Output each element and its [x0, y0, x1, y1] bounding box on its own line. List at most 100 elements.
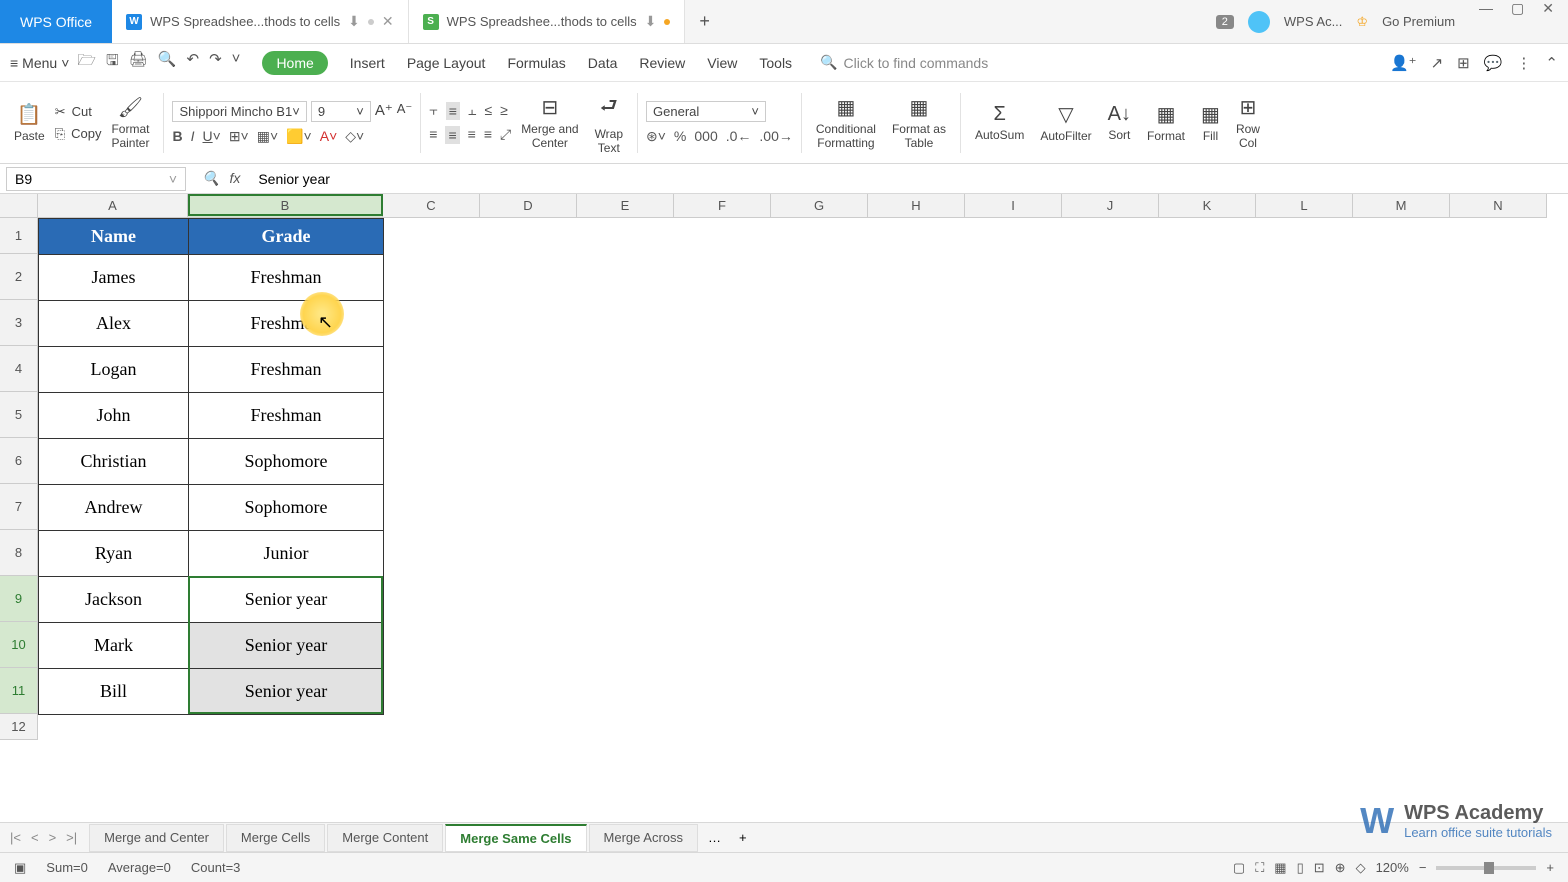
column-header-F[interactable]: F — [674, 194, 771, 218]
cell[interactable]: Sophomore — [189, 485, 384, 531]
font-color-button[interactable]: A˅ — [320, 128, 338, 145]
zoom-slider[interactable] — [1436, 866, 1536, 870]
orientation-icon[interactable]: ⤢ — [500, 126, 511, 144]
tab-home[interactable]: Home — [262, 51, 327, 75]
increase-decimal-icon[interactable]: .0← — [726, 128, 752, 145]
sheet-tab[interactable]: Merge Cells — [226, 824, 325, 852]
decrease-decimal-icon[interactable]: .00→ — [759, 128, 792, 145]
column-header-D[interactable]: D — [480, 194, 577, 218]
collapse-icon[interactable]: ⌃ — [1545, 54, 1558, 72]
open-icon[interactable]: 🗁 — [77, 50, 96, 75]
decrease-indent-icon[interactable]: ≤ — [484, 102, 492, 120]
column-header-G[interactable]: G — [771, 194, 868, 218]
fill-button[interactable]: ▦ Fill — [1195, 82, 1226, 163]
size-select[interactable]: 9˅ — [311, 101, 371, 122]
save-icon[interactable]: 🖫 — [106, 50, 119, 75]
preview-icon[interactable]: 🔍 — [158, 50, 177, 75]
percent-icon[interactable]: % — [674, 128, 686, 145]
tab-insert[interactable]: Insert — [350, 51, 385, 75]
cell[interactable]: Alex — [39, 301, 189, 347]
redo-icon[interactable]: ↷ — [209, 50, 222, 75]
share-icon[interactable]: 👤⁺ — [1390, 54, 1417, 72]
cells-area[interactable]: NameGradeJamesFreshmanAlexFreshmanLoganF… — [38, 218, 1550, 822]
select-all-corner[interactable] — [0, 194, 38, 218]
autofilter-button[interactable]: ▽ AutoFilter — [1034, 82, 1097, 163]
align-right-icon[interactable]: ≡ — [468, 126, 476, 144]
row-header-1[interactable]: 1 — [0, 218, 38, 254]
lock-icon[interactable]: ⋮ — [1516, 54, 1531, 72]
close-icon[interactable]: ⬇ — [645, 13, 657, 30]
font-select[interactable]: Shippori Mincho B1˅ — [172, 101, 306, 122]
clear-format-button[interactable]: ◇˅ — [345, 128, 364, 145]
cell[interactable]: Senior year — [189, 623, 384, 669]
cell[interactable]: Christian — [39, 439, 189, 485]
justify-icon[interactable]: ≡ — [484, 126, 492, 144]
fill-color-button[interactable]: 🟨˅ — [286, 128, 312, 145]
undo-icon[interactable]: ↶ — [187, 50, 200, 75]
cut-button[interactable]: ✂Cut — [55, 104, 102, 120]
row-header-11[interactable]: 11 — [0, 668, 38, 714]
format-table-button[interactable]: ▦ Format as Table — [886, 82, 952, 163]
zoom-out-icon[interactable]: − — [1419, 860, 1427, 875]
last-sheet-icon[interactable]: >| — [66, 830, 77, 845]
more-tabs-icon[interactable]: … — [700, 830, 729, 845]
underline-button[interactable]: U˅ — [203, 128, 221, 145]
view-icon[interactable]: ⊡ — [1314, 860, 1325, 876]
sheet-tab[interactable]: Merge Across — [589, 824, 698, 852]
conditional-formatting-button[interactable]: ▦ Conditional Formatting — [810, 82, 882, 163]
tab-formulas[interactable]: Formulas — [507, 51, 565, 75]
zoom-in-icon[interactable]: + — [1546, 860, 1554, 875]
increase-indent-icon[interactable]: ≥ — [500, 102, 508, 120]
tab-review[interactable]: Review — [639, 51, 685, 75]
view-icon[interactable]: ⛶ — [1255, 860, 1264, 876]
decrease-font-icon[interactable]: A⁻ — [397, 101, 413, 122]
cell[interactable]: Bill — [39, 669, 189, 715]
column-header-M[interactable]: M — [1353, 194, 1450, 218]
command-search[interactable]: 🔍 Click to find commands — [820, 54, 988, 71]
zoom-icon[interactable]: 🔍 — [202, 170, 219, 187]
merge-center-button[interactable]: ⊟ Merge and Center — [515, 82, 584, 163]
cell[interactable]: Mark — [39, 623, 189, 669]
table-header[interactable]: Name — [39, 219, 189, 255]
print-icon[interactable]: 🖨 — [129, 50, 148, 75]
cell[interactable]: James — [39, 255, 189, 301]
bold-button[interactable]: B — [172, 128, 182, 145]
align-top-icon[interactable]: ⫟ — [429, 102, 437, 120]
table-header[interactable]: Grade — [189, 219, 384, 255]
rowcol-button[interactable]: ⊞ Row Col — [1230, 82, 1266, 163]
first-sheet-icon[interactable]: |< — [10, 830, 21, 845]
view-normal-icon[interactable]: ▦ — [1274, 860, 1286, 876]
column-header-N[interactable]: N — [1450, 194, 1547, 218]
view-icon[interactable]: ▢ — [1233, 860, 1245, 876]
row-header-3[interactable]: 3 — [0, 300, 38, 346]
minimize-icon[interactable]: — — [1479, 0, 1493, 43]
cell[interactable]: Jackson — [39, 577, 189, 623]
align-middle-icon[interactable]: ≡ — [446, 102, 460, 120]
currency-icon[interactable]: ⊛˅ — [646, 128, 666, 145]
wrap-text-button[interactable]: ⮐ Wrap Text — [589, 82, 629, 163]
cell[interactable]: Freshman — [189, 393, 384, 439]
row-header-6[interactable]: 6 — [0, 438, 38, 484]
maximize-icon[interactable]: ▢ — [1511, 0, 1524, 43]
cell-style-button[interactable]: ▦˅ — [257, 128, 278, 145]
comma-icon[interactable]: 000 — [694, 128, 717, 145]
view-page-icon[interactable]: ▯ — [1297, 860, 1304, 876]
align-center-icon[interactable]: ≡ — [445, 126, 459, 144]
cell[interactable]: Senior year — [189, 669, 384, 715]
sheet-tab[interactable]: Merge Content — [327, 824, 443, 852]
formula-input[interactable]: Senior year — [250, 168, 1568, 190]
format-button[interactable]: ▦ Format — [1141, 82, 1191, 163]
next-sheet-icon[interactable]: > — [49, 830, 57, 845]
column-header-B[interactable]: B — [188, 194, 383, 218]
close-icon[interactable]: ✕ — [382, 13, 394, 30]
grid-icon[interactable]: ⊞ — [1457, 54, 1470, 72]
column-header-H[interactable]: H — [868, 194, 965, 218]
row-header-12[interactable]: 12 — [0, 714, 38, 740]
column-header-K[interactable]: K — [1159, 194, 1256, 218]
column-header-E[interactable]: E — [577, 194, 674, 218]
column-header-J[interactable]: J — [1062, 194, 1159, 218]
row-header-5[interactable]: 5 — [0, 392, 38, 438]
cell[interactable]: Junior — [189, 531, 384, 577]
italic-button[interactable]: I — [191, 128, 195, 145]
name-box[interactable]: B9 ˅ — [6, 167, 186, 191]
